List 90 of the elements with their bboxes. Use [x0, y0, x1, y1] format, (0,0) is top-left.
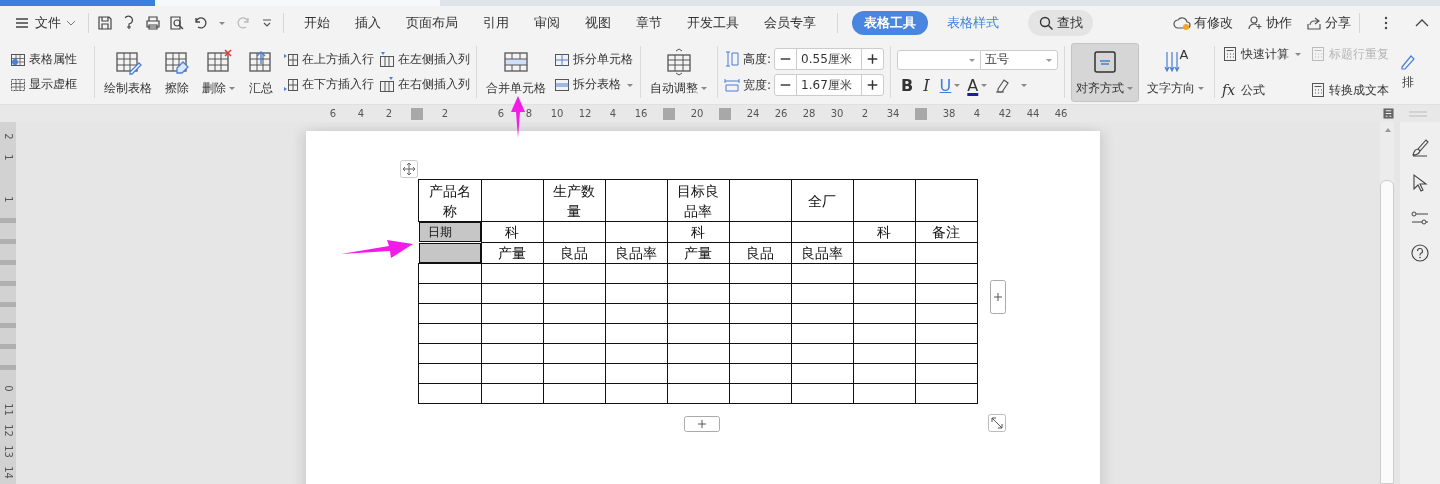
autofit-button[interactable]: 自动调整 — [647, 45, 711, 99]
collaborate-button[interactable]: 协作 — [1247, 14, 1292, 32]
ruler-number: 1 — [2, 196, 14, 203]
ruler-number: 4 — [608, 107, 618, 120]
format-button[interactable]: A — [967, 75, 989, 95]
field-label: 高度: — [743, 50, 772, 68]
ribbon-button[interactable]: fx 公式 — [1222, 81, 1303, 99]
ruler-number: 4 — [972, 107, 982, 120]
size-field[interactable]: 0.55厘米 — [774, 48, 885, 70]
ribbon-button[interactable]: 在右侧插入列 — [379, 76, 470, 93]
table-cell[interactable]: 良品率 — [791, 242, 853, 264]
table-cell[interactable]: 产品名称 — [418, 179, 481, 222]
table-cell[interactable]: 备注 — [915, 221, 977, 243]
ribbon-button[interactable]: 在下方插入行 — [283, 76, 374, 93]
modified-button[interactable]: 有修改 — [1173, 14, 1233, 32]
ruler-number: 2 — [384, 107, 394, 120]
menu-tab[interactable]: 表格工具 — [852, 11, 928, 35]
format-button[interactable]: I — [923, 75, 930, 95]
ruler-number: 46 — [1053, 107, 1069, 120]
ruler-number: 12 — [577, 107, 593, 120]
ruler-number: 14 — [2, 466, 14, 479]
ribbon-button[interactable]: 显示虚框 — [10, 76, 77, 93]
ruler-number: 42 — [997, 107, 1013, 120]
menu-tab[interactable]: 审阅 — [522, 11, 572, 35]
ruler-number: 4 — [356, 107, 366, 120]
ruler-number: 30 — [829, 107, 845, 120]
table-cell[interactable]: 产量 — [667, 242, 729, 264]
ribbon-button[interactable]: 拆分表格 — [554, 76, 634, 93]
size-field[interactable]: 1.67厘米 — [774, 74, 885, 96]
ribbon-button[interactable]: 快速计算 — [1222, 45, 1303, 63]
font-size-dropdown[interactable]: 五号 — [980, 49, 1059, 70]
ruler-number: 2 — [860, 107, 870, 120]
ruler-number: 20 — [689, 107, 705, 120]
ribbon-button[interactable]: 汇总 — [244, 45, 278, 99]
table-cell[interactable]: 科 — [481, 221, 543, 243]
field-label: 宽度: — [743, 76, 772, 94]
ruler-number: 34 — [885, 107, 901, 120]
ruler-number: 10 — [549, 107, 565, 120]
table-cell[interactable]: 科 — [853, 221, 915, 243]
ruler-number: 11 — [2, 403, 14, 416]
menu-tab[interactable]: 开始 — [292, 11, 342, 35]
menu-tab[interactable]: 视图 — [573, 11, 623, 35]
menu-tab[interactable]: 开发工具 — [675, 11, 751, 35]
ruler-number: 8 — [524, 107, 534, 120]
align-button[interactable]: 对齐方式 — [1071, 42, 1140, 102]
ruler-number: 2 — [440, 107, 450, 120]
table-cell[interactable]: 目标良品率 — [667, 179, 729, 222]
table-cell[interactable]: 科 — [667, 221, 729, 243]
ribbon-button[interactable]: 转换成文本 — [1310, 81, 1390, 99]
table-cell[interactable]: 良品 — [543, 242, 605, 264]
search-button[interactable]: 查找 — [1028, 10, 1093, 36]
ruler-number: 2 — [2, 133, 14, 140]
ribbon-button[interactable]: 排 — [1397, 51, 1420, 93]
ribbon-button[interactable]: 绘制表格 — [101, 45, 155, 99]
ruler-number: 0 — [2, 385, 14, 392]
menu-tab[interactable]: 表格样式 — [935, 11, 1011, 35]
ruler-number: 6 — [496, 107, 506, 120]
text-direction-button[interactable]: A 文字方向 — [1144, 45, 1209, 99]
ruler-number: 1 — [2, 154, 14, 161]
ruler-number: 12 — [2, 424, 14, 437]
format-button[interactable]: U — [939, 75, 962, 95]
menu-tab[interactable]: 章节 — [624, 11, 674, 35]
ribbon-button[interactable]: 拆分单元格 — [554, 51, 633, 68]
menu-tab[interactable]: 会员专享 — [752, 11, 828, 35]
ruler-number: 24 — [745, 107, 761, 120]
table-cell[interactable]: 良品率 — [605, 242, 667, 264]
share-button[interactable]: 分享 — [1306, 14, 1351, 32]
menu-tab[interactable]: 引用 — [471, 11, 521, 35]
table-cell[interactable]: 全厂 — [791, 179, 853, 222]
ruler-number: 6 — [328, 107, 338, 120]
ruler-number: 26 — [773, 107, 789, 120]
menu-tab[interactable]: 插入 — [343, 11, 393, 35]
merge-cells-button[interactable]: 合并单元格 — [483, 45, 549, 99]
ribbon-button[interactable]: 在左侧插入列 — [379, 51, 470, 68]
table-cell[interactable]: 日期 — [418, 222, 481, 242]
table-cell[interactable]: 良品 — [729, 242, 791, 264]
ruler-number: 13 — [2, 445, 14, 458]
ribbon-button[interactable]: 在上方插入行 — [283, 51, 374, 68]
table-cell[interactable]: 产量 — [481, 242, 543, 264]
menu-tab[interactable]: 页面布局 — [394, 11, 470, 35]
ruler-number: 28 — [801, 107, 817, 120]
ribbon-button[interactable]: 表格属性 — [10, 51, 77, 68]
format-button[interactable]: B — [901, 75, 914, 95]
ribbon-button[interactable]: 擦除 — [160, 45, 194, 99]
ruler-number: 44 — [1025, 107, 1041, 120]
ruler-number: 16 — [633, 107, 649, 120]
file-menu[interactable]: 文件 — [14, 14, 80, 32]
ruler-number: 38 — [941, 107, 957, 120]
ribbon-button[interactable]: 删除 — [199, 45, 239, 99]
table-cell[interactable]: 生产数量 — [543, 179, 605, 222]
